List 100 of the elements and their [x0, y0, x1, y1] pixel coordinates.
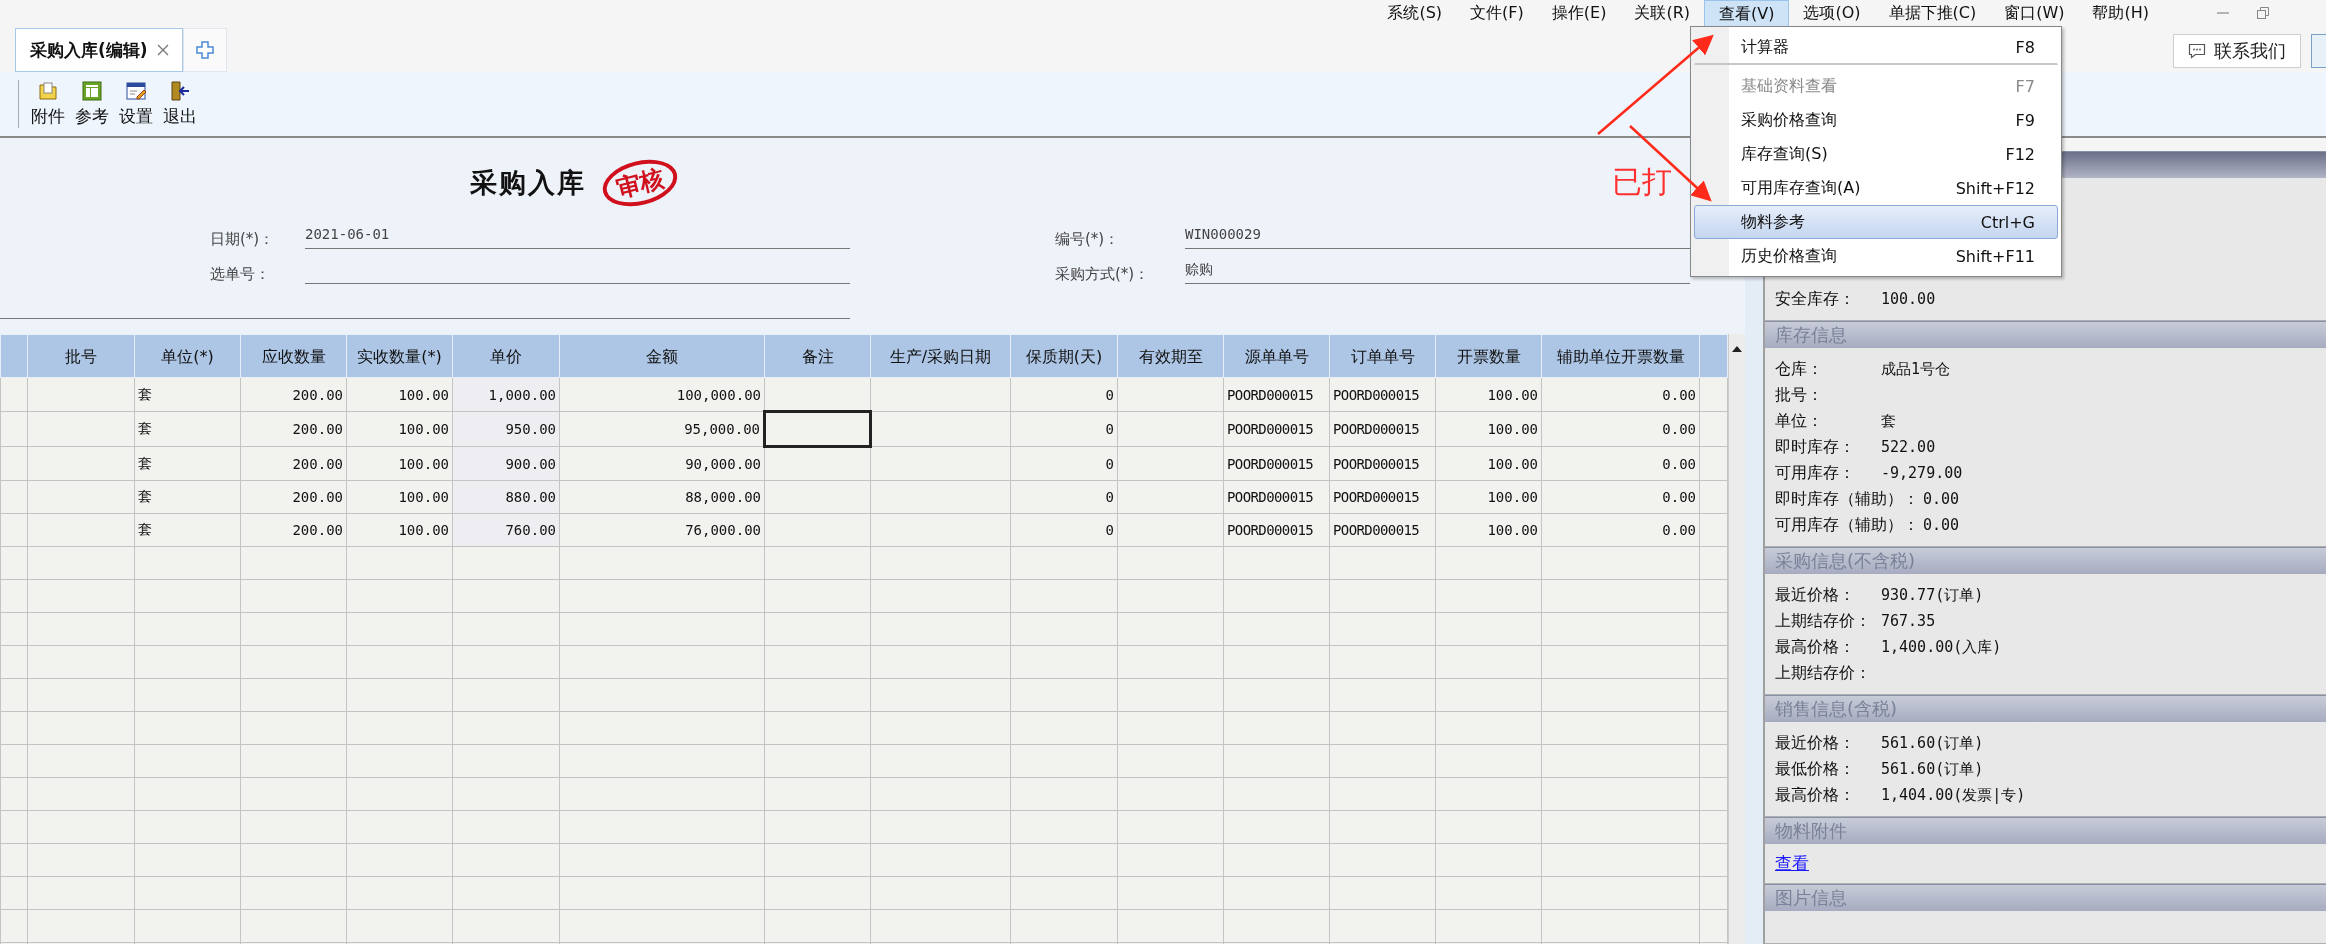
column-header[interactable]: 实收数量(*): [346, 334, 453, 378]
column-header[interactable]: 开票数量: [1435, 334, 1542, 378]
section-header: 采购信息(不含税): [1765, 547, 2326, 574]
section-header: 销售信息(含税): [1765, 695, 2326, 722]
table-cell: 200.00: [240, 411, 347, 447]
menu-item[interactable]: 历史价格查询 Shift+F11: [1694, 239, 2058, 273]
info-value: 930.77(订单): [1881, 585, 1984, 605]
document-tab[interactable]: 采购入库(编辑): [15, 28, 183, 72]
column-header[interactable]: 备注: [764, 334, 871, 378]
toolbar-button[interactable]: 设置: [117, 80, 155, 128]
info-label: 上期结存价：: [1775, 662, 1872, 684]
table-cell: POORD000015: [1329, 411, 1436, 447]
door-arrow-icon: [169, 80, 191, 102]
info-label: 最高价格：: [1775, 636, 1856, 658]
column-header[interactable]: 单位(*): [134, 334, 241, 378]
form-pencil-icon: [125, 80, 147, 102]
folder-icon: [37, 80, 59, 102]
table-cell: POORD000015: [1223, 513, 1330, 547]
table-cell: 88,000.00: [559, 480, 765, 514]
table-cell: 95,000.00: [559, 411, 765, 447]
table-cell: POORD000015: [1329, 446, 1436, 481]
info-label: 即时库存（辅助）：: [1775, 488, 1919, 510]
menu-item[interactable]: 计算器 F8: [1694, 30, 2058, 65]
menu-item[interactable]: 帮助(H): [2078, 0, 2163, 26]
column-header[interactable]: 单价: [452, 334, 560, 378]
table-cell: 200.00: [240, 480, 347, 514]
info-value: -9,279.00: [1881, 464, 1963, 482]
column-header[interactable]: 订单单号: [1329, 334, 1436, 378]
menu-item[interactable]: 物料参考 Ctrl+G: [1694, 205, 2058, 239]
menu-item[interactable]: 系统(S): [1373, 0, 1457, 26]
input-field[interactable]: 2021-06-01: [305, 226, 850, 249]
table-cell: 100.00: [1435, 411, 1542, 447]
input-field[interactable]: WIN000029: [1185, 226, 1690, 249]
table-cell: POORD000015: [1223, 446, 1330, 481]
info-label: 单位：: [1775, 410, 1824, 432]
selected-cell[interactable]: [764, 411, 871, 447]
column-header[interactable]: 源单单号: [1223, 334, 1330, 378]
info-label: 即时库存：: [1775, 436, 1856, 458]
add-tab-button[interactable]: [182, 28, 227, 72]
menu-item[interactable]: 采购价格查询 F9: [1694, 103, 2058, 137]
document-title: 采购入库: [470, 166, 586, 200]
view-link[interactable]: 查看: [1775, 853, 1809, 873]
table-cell: 200.00: [240, 446, 347, 481]
restore-icon[interactable]: [2256, 6, 2270, 20]
column-header[interactable]: 生产/采购日期: [870, 334, 1011, 378]
vertical-scrollbar[interactable]: [1728, 334, 1745, 944]
table-cell: 950.00: [452, 411, 560, 447]
info-value: 0.00: [1923, 490, 1960, 508]
info-label: 可用库存（辅助）：: [1775, 514, 1919, 536]
table-cell: 100.00: [1435, 377, 1542, 412]
table-cell: 套: [134, 480, 241, 514]
menu-item[interactable]: 关联(R): [1620, 0, 1704, 26]
table-cell: 0: [1010, 377, 1118, 412]
table-cell: 880.00: [452, 480, 560, 514]
table-cell: 0: [1010, 446, 1118, 481]
column-header[interactable]: 金额: [559, 334, 765, 378]
menu-item[interactable]: 单据下推(C): [1874, 0, 1991, 26]
input-field[interactable]: 赊购: [1185, 261, 1690, 284]
table-cell: 套: [134, 446, 241, 481]
table-cell: 0.00: [1541, 411, 1700, 447]
info-label: 上期结存价：: [1775, 610, 1872, 632]
table-cell: 100.00: [1435, 446, 1542, 481]
menu-item[interactable]: 查看(V): [1704, 0, 1790, 28]
table-cell: 200.00: [240, 513, 347, 547]
table-cell: 套: [134, 411, 241, 447]
info-label: 最高价格：: [1775, 784, 1856, 806]
table-cell: 90,000.00: [559, 446, 765, 481]
section-header: 物料附件: [1765, 817, 2326, 844]
menu-item[interactable]: 文件(F): [1456, 0, 1538, 26]
menu-item[interactable]: 选项(O): [1789, 0, 1875, 26]
close-icon[interactable]: [155, 43, 170, 57]
info-label: 安全库存：: [1775, 288, 1856, 310]
table-cell: 100.00: [346, 377, 453, 412]
table-cell: 套: [134, 377, 241, 412]
column-header[interactable]: 辅助单位开票数量: [1541, 334, 1700, 378]
toolbar-button[interactable]: 退出: [161, 80, 199, 128]
info-label: 仓库：: [1775, 358, 1824, 380]
column-header[interactable]: 应收数量: [240, 334, 347, 378]
column-header[interactable]: 保质期(天): [1010, 334, 1118, 378]
field-label: 编号(*)：: [1055, 230, 1121, 249]
menu-item[interactable]: 库存查询(S) F12: [1694, 137, 2058, 171]
toolbar-button[interactable]: 参考: [73, 80, 111, 128]
field-label: 采购方式(*)：: [1055, 265, 1151, 284]
menu-item[interactable]: 操作(E): [1537, 0, 1621, 26]
info-label: 可用库存：: [1775, 462, 1856, 484]
contact-us-button[interactable]: 联系我们: [2173, 34, 2301, 68]
column-header[interactable]: 批号: [27, 334, 135, 378]
table-cell: 100.00: [346, 513, 453, 547]
table-cell: 100.00: [346, 411, 453, 447]
collapse-button[interactable]: [2311, 34, 2326, 68]
table-cell: 0: [1010, 411, 1118, 447]
info-value: 767.35: [1881, 612, 1936, 630]
table-cell: 100.00: [1435, 513, 1542, 547]
toolbar-button[interactable]: 附件: [29, 80, 67, 128]
table-cell: 0: [1010, 480, 1118, 514]
table-cell: 套: [134, 513, 241, 547]
column-header[interactable]: 有效期至: [1117, 334, 1224, 378]
menu-item[interactable]: 可用库存查询(A) Shift+F12: [1694, 171, 2058, 205]
info-label: 最近价格：: [1775, 584, 1856, 606]
menu-item[interactable]: 窗口(W): [1990, 0, 2079, 26]
